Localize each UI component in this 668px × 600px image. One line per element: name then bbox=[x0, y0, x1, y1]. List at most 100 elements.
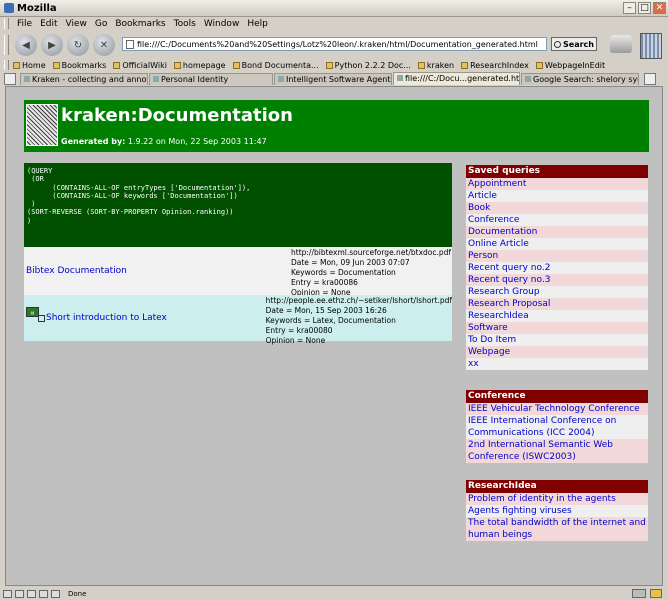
saved-query-item[interactable]: Book bbox=[466, 202, 648, 214]
result-keywords: Keywords = Documentation bbox=[291, 268, 396, 277]
back-arrow-icon: ◀ bbox=[22, 39, 30, 51]
conference-heading: Conference bbox=[466, 390, 648, 403]
saved-query-item[interactable]: Documentation bbox=[466, 226, 648, 238]
folder-icon bbox=[417, 61, 425, 69]
mail-icon[interactable] bbox=[15, 590, 24, 598]
print-button[interactable] bbox=[610, 35, 632, 53]
url-bar[interactable]: file:///C:/Documents%20and%20Settings/Lo… bbox=[122, 37, 547, 51]
search-button[interactable]: Search bbox=[551, 37, 597, 51]
bookmark-bookmarks[interactable]: Bookmarks bbox=[52, 61, 106, 70]
menu-file[interactable]: File bbox=[13, 19, 36, 29]
menu-window[interactable]: Window bbox=[200, 19, 244, 29]
toolbar-grip[interactable] bbox=[4, 18, 9, 29]
page-content: kraken:Documentation Generated by: 1.9.2… bbox=[5, 86, 663, 586]
saved-query-item[interactable]: Research Group bbox=[466, 286, 648, 298]
bookmarks-toolbar: Home Bookmarks OfficialWiki homepage Bon… bbox=[0, 59, 668, 71]
bookmark-bond[interactable]: Bond Documenta... bbox=[232, 60, 319, 70]
saved-query-item[interactable]: xx bbox=[466, 358, 648, 370]
bookmark-label: Python 2.2.2 Doc... bbox=[334, 60, 411, 70]
close-tab-button[interactable] bbox=[644, 73, 656, 85]
result-link[interactable]: Short introduction to Latex bbox=[46, 313, 167, 323]
minimize-button[interactable]: – bbox=[623, 2, 636, 14]
bookmark-kraken[interactable]: kraken bbox=[417, 60, 455, 70]
navigator-icon[interactable] bbox=[3, 590, 12, 598]
result-row: Bibtex Documentation http://bibtexml.sou… bbox=[24, 247, 452, 297]
menu-edit[interactable]: Edit bbox=[36, 19, 61, 29]
saved-query-item[interactable]: To Do Item bbox=[466, 334, 648, 346]
saved-query-item[interactable]: Appointment bbox=[466, 178, 648, 190]
bookmark-label: kraken bbox=[426, 60, 455, 70]
maximize-button[interactable]: □ bbox=[638, 2, 651, 14]
tab-google-search[interactable]: Google Search: shelory sycard bbox=[521, 73, 639, 85]
tab-label: Kraken - collecting and annota... bbox=[32, 75, 147, 84]
page-header: kraken:Documentation Generated by: 1.9.2… bbox=[24, 100, 649, 152]
menu-go[interactable]: Go bbox=[91, 19, 111, 29]
conference-item[interactable]: IEEE Vehicular Technology Conference bbox=[466, 403, 648, 415]
menu-view[interactable]: View bbox=[62, 19, 91, 29]
stop-button[interactable]: ✕ bbox=[93, 34, 115, 56]
page-icon bbox=[153, 76, 159, 82]
tab-documentation[interactable]: file:///C:/Docu...generated.html bbox=[393, 72, 520, 85]
researchidea-item[interactable]: The total bandwidth of the internet and … bbox=[466, 517, 648, 541]
search-icon bbox=[554, 41, 562, 48]
saved-query-item[interactable]: ResearchIdea bbox=[466, 310, 648, 322]
conference-item[interactable]: 2nd International Semantic Web Conferenc… bbox=[466, 439, 648, 463]
mozilla-icon bbox=[4, 3, 14, 13]
bookmark-homepage[interactable]: homepage bbox=[173, 61, 226, 70]
result-link[interactable]: Bibtex Documentation bbox=[26, 266, 127, 276]
close-button[interactable]: ✕ bbox=[653, 2, 666, 14]
stop-icon: ✕ bbox=[99, 39, 109, 51]
toolbar-grip[interactable] bbox=[4, 60, 9, 70]
page-icon bbox=[126, 40, 134, 49]
saved-query-item[interactable]: Online Article bbox=[466, 238, 648, 250]
bookmark-label: OfficialWiki bbox=[122, 60, 167, 70]
menu-bookmarks[interactable]: Bookmarks bbox=[111, 19, 169, 29]
saved-query-item[interactable]: Person bbox=[466, 250, 648, 262]
composer-icon[interactable] bbox=[27, 590, 36, 598]
bookmark-label: Bond Documenta... bbox=[241, 60, 319, 70]
saved-query-item[interactable]: Webpage bbox=[466, 346, 648, 358]
generated-info: Generated by: 1.9.22 on Mon, 22 Sep 2003… bbox=[61, 137, 267, 146]
reload-button[interactable]: ↻ bbox=[67, 34, 89, 56]
status-text: Done bbox=[68, 590, 87, 598]
saved-queries-list: Appointment Article Book Conference Docu… bbox=[466, 178, 648, 370]
menu-tools[interactable]: Tools bbox=[170, 19, 200, 29]
toolbar-grip[interactable] bbox=[4, 35, 9, 55]
bullet-icon bbox=[38, 314, 45, 322]
bookmark-label: ResearchIndex bbox=[470, 60, 529, 70]
saved-query-item[interactable]: Recent query no.2 bbox=[466, 262, 648, 274]
menu-help[interactable]: Help bbox=[243, 19, 272, 29]
saved-query-item[interactable]: Research Proposal bbox=[466, 298, 648, 310]
saved-query-item[interactable]: Software bbox=[466, 322, 648, 334]
saved-queries-heading: Saved queries bbox=[466, 165, 648, 178]
saved-query-item[interactable]: Conference bbox=[466, 214, 648, 226]
researchidea-list: Problem of identity in the agents Agents… bbox=[466, 493, 648, 541]
tab-personal-identity[interactable]: Personal Identity bbox=[149, 73, 273, 85]
forward-arrow-icon: ▶ bbox=[48, 39, 56, 51]
bookmark-webpageinedit[interactable]: WebpageInEdit bbox=[535, 61, 605, 70]
tab-intelligent-agents[interactable]: Intelligent Software Agents bbox=[274, 73, 392, 85]
irc-icon[interactable] bbox=[51, 590, 60, 598]
throbber-icon[interactable] bbox=[640, 33, 662, 59]
back-button[interactable]: ◀ bbox=[15, 34, 37, 56]
saved-query-item[interactable]: Article bbox=[466, 190, 648, 202]
home-icon bbox=[13, 61, 20, 69]
page-icon bbox=[278, 76, 284, 82]
researchidea-item[interactable]: Agents fighting viruses bbox=[466, 505, 648, 517]
tab-kraken[interactable]: Kraken - collecting and annota... bbox=[20, 73, 148, 85]
bookmark-officialwiki[interactable]: OfficialWiki bbox=[113, 61, 167, 70]
folder-icon bbox=[535, 61, 543, 69]
saved-query-item[interactable]: Recent query no.3 bbox=[466, 274, 648, 286]
bookmark-python[interactable]: Python 2.2.2 Doc... bbox=[325, 60, 411, 70]
google-icon bbox=[525, 76, 531, 82]
new-tab-button[interactable] bbox=[4, 73, 16, 85]
forward-button[interactable]: ▶ bbox=[41, 34, 63, 56]
document-icon[interactable]: ▤ bbox=[26, 307, 39, 317]
security-lock-icon[interactable] bbox=[650, 589, 662, 598]
bookmark-home[interactable]: Home bbox=[13, 61, 46, 70]
researchidea-item[interactable]: Problem of identity in the agents bbox=[466, 493, 648, 505]
addressbook-icon[interactable] bbox=[39, 590, 48, 598]
conference-item[interactable]: IEEE International Conference on Communi… bbox=[466, 415, 648, 439]
bookmarks-icon bbox=[52, 61, 60, 69]
bookmark-researchindex[interactable]: ResearchIndex bbox=[461, 61, 529, 70]
